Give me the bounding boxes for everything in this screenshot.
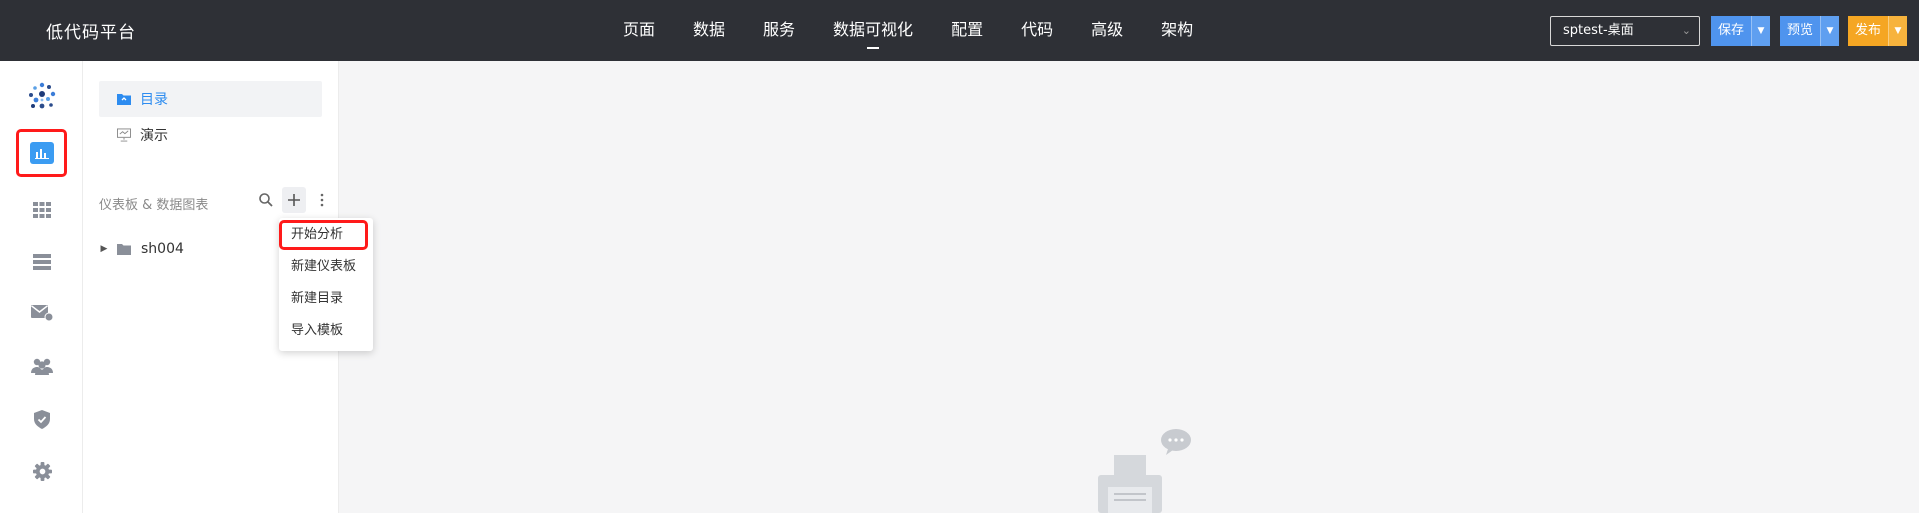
publish-dropdown-caret-icon[interactable]: ▼ [1888,16,1908,46]
search-icon[interactable] [252,187,280,213]
more-vertical-icon[interactable] [308,187,336,213]
chart-dashboard-icon[interactable] [16,129,67,177]
add-icon[interactable] [282,187,306,213]
dots-logo-icon[interactable] [24,78,60,114]
app-select[interactable]: sptest-桌面 ⌄ [1550,16,1700,46]
presentation-icon [117,128,131,142]
chevron-down-icon: ⌄ [1681,24,1691,37]
nav-item-code[interactable]: 代码 [1002,0,1072,61]
section-tools [252,187,336,213]
icon-sidebar [0,61,83,513]
app-select-value: sptest-桌面 [1563,23,1634,38]
preview-dropdown-caret-icon[interactable]: ▼ [1820,16,1840,46]
save-split-button: 保存 ▼ [1711,16,1771,46]
shield-icon[interactable] [24,401,60,437]
nav-item-advanced[interactable]: 高级 [1072,0,1142,61]
menu-item-label: 目录 [140,92,168,108]
nav-item-pages[interactable]: 页面 [604,0,674,61]
menu-item-presentation[interactable]: 演示 [99,117,322,153]
add-dropdown-menu: 开始分析 新建仪表板 新建目录 导入模板 [279,218,373,351]
top-header: 低代码平台 页面 数据 服务 数据可视化 配置 代码 高级 架构 sptest-… [0,0,1919,61]
save-dropdown-caret-icon[interactable]: ▼ [1751,16,1771,46]
app-title: 低代码平台 [46,23,136,43]
empty-state-printer-icon [1090,425,1195,513]
folder-icon [117,92,131,106]
nav-item-services[interactable]: 服务 [744,0,814,61]
folder-icon [117,243,131,255]
preview-button[interactable]: 预览 [1780,16,1820,46]
tree-item-label: sh004 [141,241,184,257]
list-icon[interactable] [24,244,60,280]
menu-import-template[interactable]: 导入模板 [291,319,343,343]
caret-right-icon[interactable]: ▶ [97,244,111,254]
gear-icon[interactable] [24,453,60,489]
publish-button[interactable]: 发布 [1848,16,1888,46]
nav-item-config[interactable]: 配置 [932,0,1002,61]
save-button[interactable]: 保存 [1711,16,1751,46]
menu-start-analysis[interactable]: 开始分析 [291,223,343,247]
users-icon[interactable] [24,348,60,384]
nav-item-data[interactable]: 数据 [674,0,744,61]
menu-item-label: 演示 [140,128,168,144]
nav-item-architecture[interactable]: 架构 [1142,0,1212,61]
publish-split-button: 发布 ▼ [1848,16,1908,46]
main-nav: 页面 数据 服务 数据可视化 配置 代码 高级 架构 [604,0,1212,61]
tree-item-sh004[interactable]: ▶ sh004 [97,237,184,261]
menu-new-directory[interactable]: 新建目录 [291,287,343,311]
nav-item-visualization[interactable]: 数据可视化 [814,0,932,61]
grid-table-icon[interactable] [24,192,60,228]
menu-new-dashboard[interactable]: 新建仪表板 [291,255,356,279]
section-title: 仪表板 & 数据图表 [99,198,209,213]
mail-icon[interactable] [24,295,60,331]
menu-item-directory[interactable]: 目录 [99,81,322,117]
preview-split-button: 预览 ▼ [1780,16,1840,46]
